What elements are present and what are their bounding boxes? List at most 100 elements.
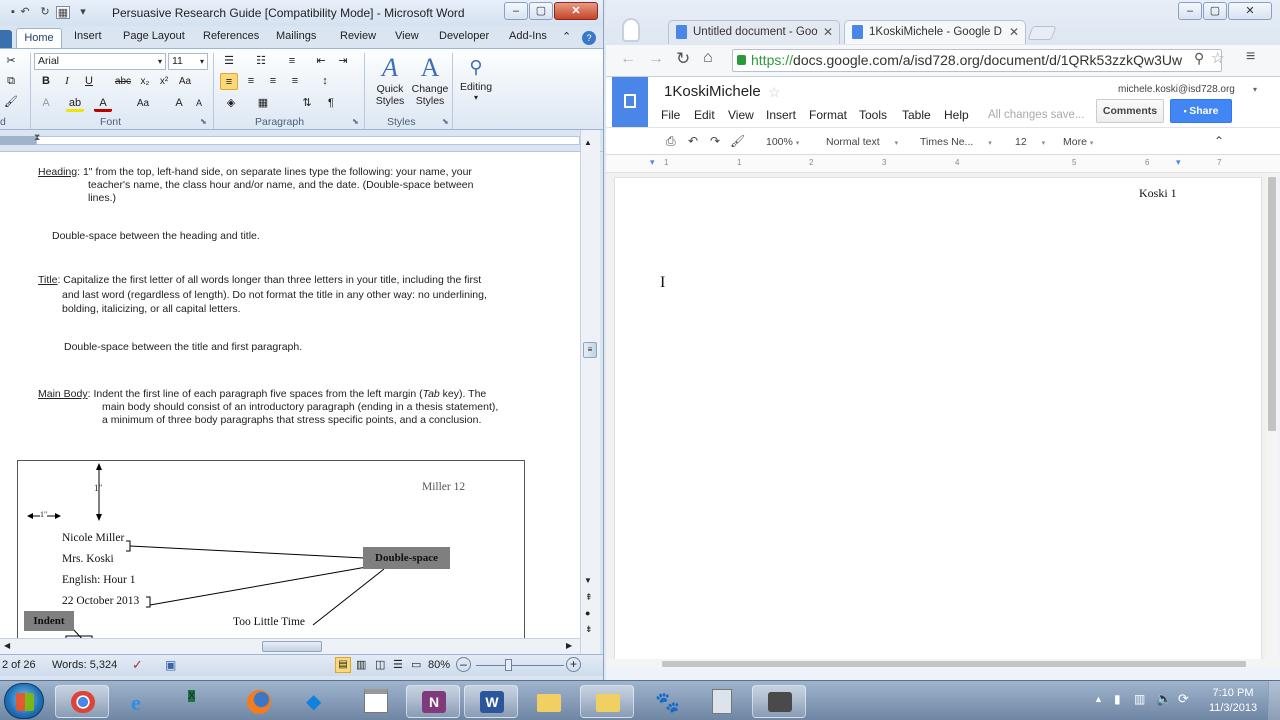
sync-icon[interactable]: ⟳ (1178, 691, 1189, 707)
previous-page-icon[interactable]: ⇞ (585, 592, 593, 603)
next-page-icon[interactable]: ⇟ (585, 624, 593, 635)
font-size-combo[interactable]: 11 ▾ (168, 53, 208, 70)
tab-review[interactable]: Review (340, 30, 376, 42)
menu-table[interactable]: Table (902, 108, 931, 122)
taskbar-word[interactable]: W (464, 685, 518, 718)
draft-view-icon[interactable]: ▭ (411, 658, 421, 671)
right-indent-marker-icon[interactable]: ▾ (1176, 157, 1181, 168)
change-case-icon[interactable]: Aa (132, 95, 154, 112)
redo-icon[interactable]: ↻ (38, 6, 52, 19)
zoom-level[interactable]: 80% (428, 659, 450, 671)
taskbar-firefox[interactable] (232, 685, 286, 718)
chrome-close-button[interactable]: ✕ (1228, 2, 1272, 20)
font-size-select[interactable]: 12 ▾ (1015, 136, 1045, 148)
taskbar-excel[interactable]: X (173, 685, 227, 718)
font-select[interactable]: Times Ne... ▾ (920, 136, 992, 148)
print-layout-view-icon[interactable]: ▤ (335, 657, 351, 673)
taskbar-internet-explorer[interactable]: e (116, 685, 170, 718)
more-select[interactable]: More ▾ (1063, 136, 1093, 148)
taskbar-folders[interactable] (522, 685, 576, 718)
horizontal-ruler[interactable]: ⧗ ⊟ (0, 130, 603, 152)
docs-home-button[interactable] (612, 77, 648, 127)
comments-button[interactable]: Comments (1096, 99, 1164, 123)
tab-1koskimichele[interactable]: 1KoskiMichele - Google D ✕ (844, 20, 1026, 44)
macro-record-icon[interactable]: ▣ (165, 658, 176, 672)
page-header-text[interactable]: Koski 1 (1139, 186, 1177, 201)
close-tab-icon[interactable]: ✕ (1009, 21, 1019, 43)
paint-format-icon[interactable]: 🖌 (730, 134, 745, 148)
show-hidden-icons[interactable]: ▲ (1094, 694, 1103, 704)
align-left-button[interactable]: ≡ (220, 73, 238, 90)
tab-references[interactable]: References (203, 30, 259, 42)
network-icon[interactable]: ▥ (1134, 692, 1145, 706)
zoom-out-button[interactable]: – (456, 657, 471, 672)
word-horizontal-scrollbar[interactable]: ◀ ▶ (0, 638, 580, 654)
bookmark-star-icon[interactable]: ☆ (1211, 49, 1224, 67)
back-icon[interactable]: ← (620, 50, 636, 68)
highlight-icon[interactable]: ab (66, 95, 84, 112)
font-name-combo[interactable]: Arial ▾ (34, 53, 166, 70)
select-browse-object-icon[interactable]: ● (585, 608, 590, 618)
taskbar-calculator[interactable] (696, 685, 750, 718)
justify-button[interactable]: ≡ (286, 73, 304, 90)
scroll-up-icon[interactable]: ▲ (584, 138, 592, 147)
editing-button[interactable]: ⚲ Editing ▾ (456, 53, 496, 111)
taskbar-dropbox[interactable]: ◆ (290, 685, 344, 718)
docs-h-scroll-thumb[interactable] (662, 661, 1246, 667)
tab-developer[interactable]: Developer (439, 30, 489, 42)
tab-untitled-document[interactable]: Untitled document - Goo ✕ (668, 20, 840, 44)
increase-indent-icon[interactable]: ⇥ (334, 53, 352, 70)
menu-help[interactable]: Help (944, 108, 969, 122)
user-profile-icon[interactable] (622, 18, 640, 42)
tab-mailings[interactable]: Mailings (276, 30, 316, 42)
indent-marker-icon[interactable]: ⧗ (34, 132, 40, 143)
word-vertical-scrollbar[interactable]: ▲ ≡ ▼ ⇞ ● ⇟ (580, 130, 600, 654)
show-desktop-button[interactable] (1268, 681, 1280, 720)
taskbar-chrome[interactable] (55, 685, 109, 718)
h-scroll-thumb[interactable] (262, 641, 322, 652)
multilevel-list-icon[interactable]: ≡ (283, 53, 301, 70)
scroll-left-icon[interactable]: ◀ (4, 641, 10, 650)
copy-icon[interactable]: ⧉ (2, 73, 20, 90)
zoom-slider-track[interactable] (476, 665, 564, 666)
show-formatting-icon[interactable]: ¶ (322, 95, 340, 112)
taskbar-screen-recorder[interactable] (752, 685, 806, 718)
tab-page-layout[interactable]: Page Layout (123, 30, 185, 42)
close-tab-icon[interactable]: ✕ (823, 21, 833, 43)
text-effects-icon[interactable]: A (37, 95, 55, 112)
battery-icon[interactable]: ▮ (1114, 692, 1121, 706)
minimize-button[interactable]: – (504, 2, 528, 20)
taskbar-explorer[interactable] (580, 685, 634, 718)
print-preview-icon[interactable]: ▦ (56, 6, 70, 19)
taskbar-calendar[interactable] (349, 685, 403, 718)
strikethrough-button[interactable]: abc (112, 73, 134, 90)
bold-button[interactable]: B (37, 73, 55, 90)
forward-icon[interactable]: → (648, 50, 664, 68)
print-icon[interactable]: ⎙ (666, 134, 676, 149)
document-title[interactable]: 1KoskiMichele (664, 83, 761, 100)
italic-button[interactable]: I (58, 73, 76, 90)
tab-view[interactable]: View (395, 30, 419, 42)
star-icon[interactable]: ☆ (768, 84, 781, 101)
home-icon[interactable]: ⌂ (703, 49, 713, 67)
chrome-minimize-button[interactable]: – (1178, 2, 1202, 20)
word-count[interactable]: Words: 5,324 (52, 659, 117, 671)
shading-icon[interactable]: ◈ (222, 95, 240, 112)
tab-insert[interactable]: Insert (74, 30, 102, 42)
reload-icon[interactable]: ↻ (676, 49, 690, 69)
paragraph-dialog-launcher-icon[interactable]: ⬊ (352, 117, 359, 126)
scroll-right-icon[interactable]: ▶ (566, 641, 572, 650)
chrome-menu-icon[interactable]: ≡ (1246, 48, 1255, 66)
maximize-button[interactable]: ▢ (529, 2, 553, 20)
taskbar-gimp[interactable]: 🐾 (638, 685, 692, 718)
menu-insert[interactable]: Insert (766, 108, 796, 122)
align-right-button[interactable]: ≡ (264, 73, 282, 90)
collapse-menus-icon[interactable]: ⌃ (1214, 134, 1224, 148)
volume-icon[interactable]: 🔈 (1156, 691, 1172, 707)
sort-icon[interactable]: ⇅ (298, 95, 316, 112)
close-button[interactable]: ✕ (554, 2, 598, 20)
docs-vertical-scrollbar[interactable] (1266, 173, 1278, 663)
scroll-thumb[interactable]: ≡ (583, 342, 597, 358)
chrome-maximize-button[interactable]: ▢ (1203, 2, 1227, 20)
menu-tools[interactable]: Tools (859, 108, 887, 122)
